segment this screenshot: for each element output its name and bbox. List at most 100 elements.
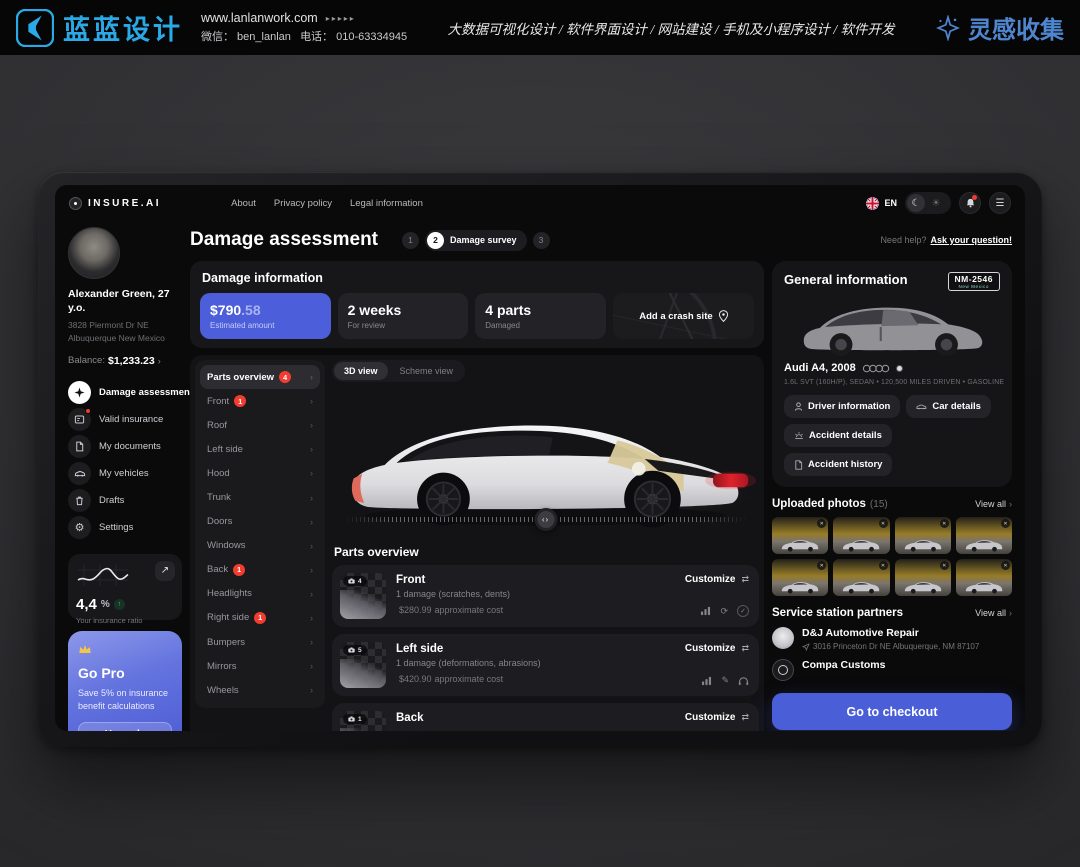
part-photo-thumb[interactable]: 4: [340, 573, 386, 619]
view-all-photos-link[interactable]: View all›: [975, 499, 1012, 509]
insure-logo-icon: [69, 197, 82, 210]
tab-scheme-view[interactable]: Scheme view: [390, 362, 464, 380]
part-photo-thumb[interactable]: 1: [340, 711, 386, 731]
stats-icon[interactable]: [700, 606, 711, 616]
sliders-icon: ⇄: [741, 574, 749, 585]
remove-photo-button[interactable]: ✕: [940, 561, 949, 570]
car-icon: [68, 462, 91, 485]
car-name: Audi A4, 2008: [784, 362, 856, 374]
refresh-icon[interactable]: ⟳: [720, 606, 728, 617]
remove-photo-button[interactable]: ✕: [940, 519, 949, 528]
uploaded-photos-section: Uploaded photos (15) View all› ✕ ✕ ✕: [772, 498, 1012, 596]
sidebar-item-my-documents[interactable]: My documents: [68, 435, 182, 458]
parts-menu-item-hood[interactable]: Hood›: [200, 461, 320, 485]
app-logo[interactable]: INSURE.AI: [69, 197, 161, 210]
part-row-front[interactable]: 4 Front 1 damage (scratches, dents) $280…: [332, 565, 759, 627]
driver-information-button[interactable]: Driver information: [784, 395, 900, 418]
chevron-right-icon: ›: [1009, 608, 1012, 618]
remove-photo-button[interactable]: ✕: [817, 561, 826, 570]
pen-icon[interactable]: ✎: [721, 675, 729, 686]
view-all-partners-link[interactable]: View all›: [975, 608, 1012, 618]
upgrade-button[interactable]: Upgrade: [78, 722, 172, 731]
part-photo-thumb[interactable]: 5: [340, 642, 386, 688]
step-2-active[interactable]: 2 Damage survey: [425, 230, 527, 251]
parts-menu-item-windows[interactable]: Windows›: [200, 534, 320, 558]
user-avatar[interactable]: [68, 227, 120, 279]
parts-menu-item-front[interactable]: Front1 ›: [200, 389, 320, 413]
remove-photo-button[interactable]: ✕: [1001, 519, 1010, 528]
add-crash-site-button[interactable]: Add a crash site: [613, 293, 754, 339]
ask-question-link[interactable]: Ask your question!: [930, 235, 1012, 245]
customize-button[interactable]: Customize ⇄: [685, 643, 749, 654]
customize-button[interactable]: Customize ⇄: [685, 712, 749, 723]
insurance-ratio-card: ↗ 4,4% ↑ Your insurance ratio: [68, 554, 182, 620]
sidebar-item-drafts[interactable]: Drafts: [68, 489, 182, 512]
parts-menu-item-roof[interactable]: Roof›: [200, 413, 320, 437]
nav-privacy-policy[interactable]: Privacy policy: [274, 198, 332, 209]
uploaded-photo[interactable]: ✕: [956, 559, 1012, 596]
banner-url[interactable]: www.lanlanwork.com: [201, 9, 318, 28]
notifications-button[interactable]: [959, 192, 981, 214]
remove-photo-button[interactable]: ✕: [879, 561, 888, 570]
sparkle-star-icon: [935, 15, 961, 41]
parts-menu-item-overview[interactable]: Parts overview4 ›: [200, 365, 320, 389]
rotation-handle[interactable]: ‹›: [534, 508, 557, 531]
remove-photo-button[interactable]: ✕: [817, 519, 826, 528]
uploaded-photo[interactable]: ✕: [833, 517, 889, 554]
parts-menu-item-wheels[interactable]: Wheels›: [200, 678, 320, 702]
part-row-back[interactable]: 1 Back Customize ⇄: [332, 703, 759, 731]
stats-icon[interactable]: [701, 676, 712, 686]
partner-row[interactable]: D&J Automotive Repair 3016 Princeton Dr …: [772, 627, 1012, 651]
parts-menu-item-headlights[interactable]: Headlights›: [200, 582, 320, 606]
go-to-checkout-button[interactable]: Go to checkout: [772, 693, 1012, 730]
uploaded-photo[interactable]: ✕: [772, 517, 828, 554]
parts-menu-item-doors[interactable]: Doors›: [200, 510, 320, 534]
remove-photo-button[interactable]: ✕: [879, 519, 888, 528]
theme-toggle[interactable]: ☾ ☀: [905, 192, 951, 214]
partner-row[interactable]: Compa Customs: [772, 659, 1012, 681]
uploaded-photo[interactable]: ✕: [895, 559, 951, 596]
parts-menu-item-right-side[interactable]: Right side1 ›: [200, 606, 320, 630]
remove-photo-button[interactable]: ✕: [1001, 561, 1010, 570]
banner-services: 大数据可视化设计 / 软件界面设计 / 网站建设 / 手机及小程序设计 / 软件…: [425, 18, 917, 38]
badge: 4: [279, 371, 291, 383]
uploaded-photo[interactable]: ✕: [772, 559, 828, 596]
nav-legal-information[interactable]: Legal information: [350, 198, 423, 209]
menu-button[interactable]: ☰: [989, 192, 1011, 214]
sidebar-item-settings[interactable]: ⚙ Settings: [68, 516, 182, 539]
parts-menu-item-back[interactable]: Back1 ›: [200, 558, 320, 582]
parts-menu-item-left-side[interactable]: Left side›: [200, 437, 320, 461]
uploaded-photo[interactable]: ✕: [833, 559, 889, 596]
sidebar-item-valid-insurance[interactable]: Valid insurance: [68, 408, 182, 431]
step-1[interactable]: 1: [402, 232, 419, 249]
step-3[interactable]: 3: [533, 232, 550, 249]
part-row-left-side[interactable]: 5 Left side 1 damage (deformations, abra…: [332, 634, 759, 696]
uploaded-photo[interactable]: ✕: [895, 517, 951, 554]
language-selector[interactable]: EN: [866, 197, 897, 210]
parts-menu-item-mirrors[interactable]: Mirrors›: [200, 654, 320, 678]
user-name: Alexander Green, 27 y.o.: [68, 288, 182, 315]
arrows-decoration: ▸▸▸▸▸: [326, 13, 356, 25]
sidebar-item-damage-assessment[interactable]: Damage assessment: [68, 381, 182, 404]
accident-history-button[interactable]: Accident history: [784, 453, 892, 476]
headset-icon[interactable]: [738, 676, 749, 686]
uploaded-photo[interactable]: ✕: [956, 517, 1012, 554]
tab-3d-view[interactable]: 3D view: [334, 362, 388, 380]
nav-about[interactable]: About: [231, 198, 256, 209]
approve-icon[interactable]: ✓: [737, 605, 749, 617]
sidebar-item-my-vehicles[interactable]: My vehicles: [68, 462, 182, 485]
parts-menu-item-trunk[interactable]: Trunk›: [200, 485, 320, 509]
sun-icon[interactable]: ☀: [927, 194, 945, 212]
moon-icon[interactable]: ☾: [907, 194, 925, 212]
car-3d-stage[interactable]: ‹›: [332, 382, 759, 540]
expand-ratio-button[interactable]: ↗: [155, 561, 175, 581]
accident-details-button[interactable]: Accident details: [784, 424, 892, 447]
user-balance[interactable]: Balance: $1,233.23 ›: [68, 355, 182, 367]
chevron-right-icon: ›: [310, 372, 313, 382]
file-icon: [794, 460, 803, 470]
parts-menu-item-bumpers[interactable]: Bumpers›: [200, 630, 320, 654]
car-details-button[interactable]: Car details: [906, 395, 991, 418]
customize-button[interactable]: Customize ⇄: [685, 574, 749, 585]
app-nav-links: About Privacy policy Legal information: [231, 198, 423, 209]
camera-icon: [348, 647, 355, 653]
